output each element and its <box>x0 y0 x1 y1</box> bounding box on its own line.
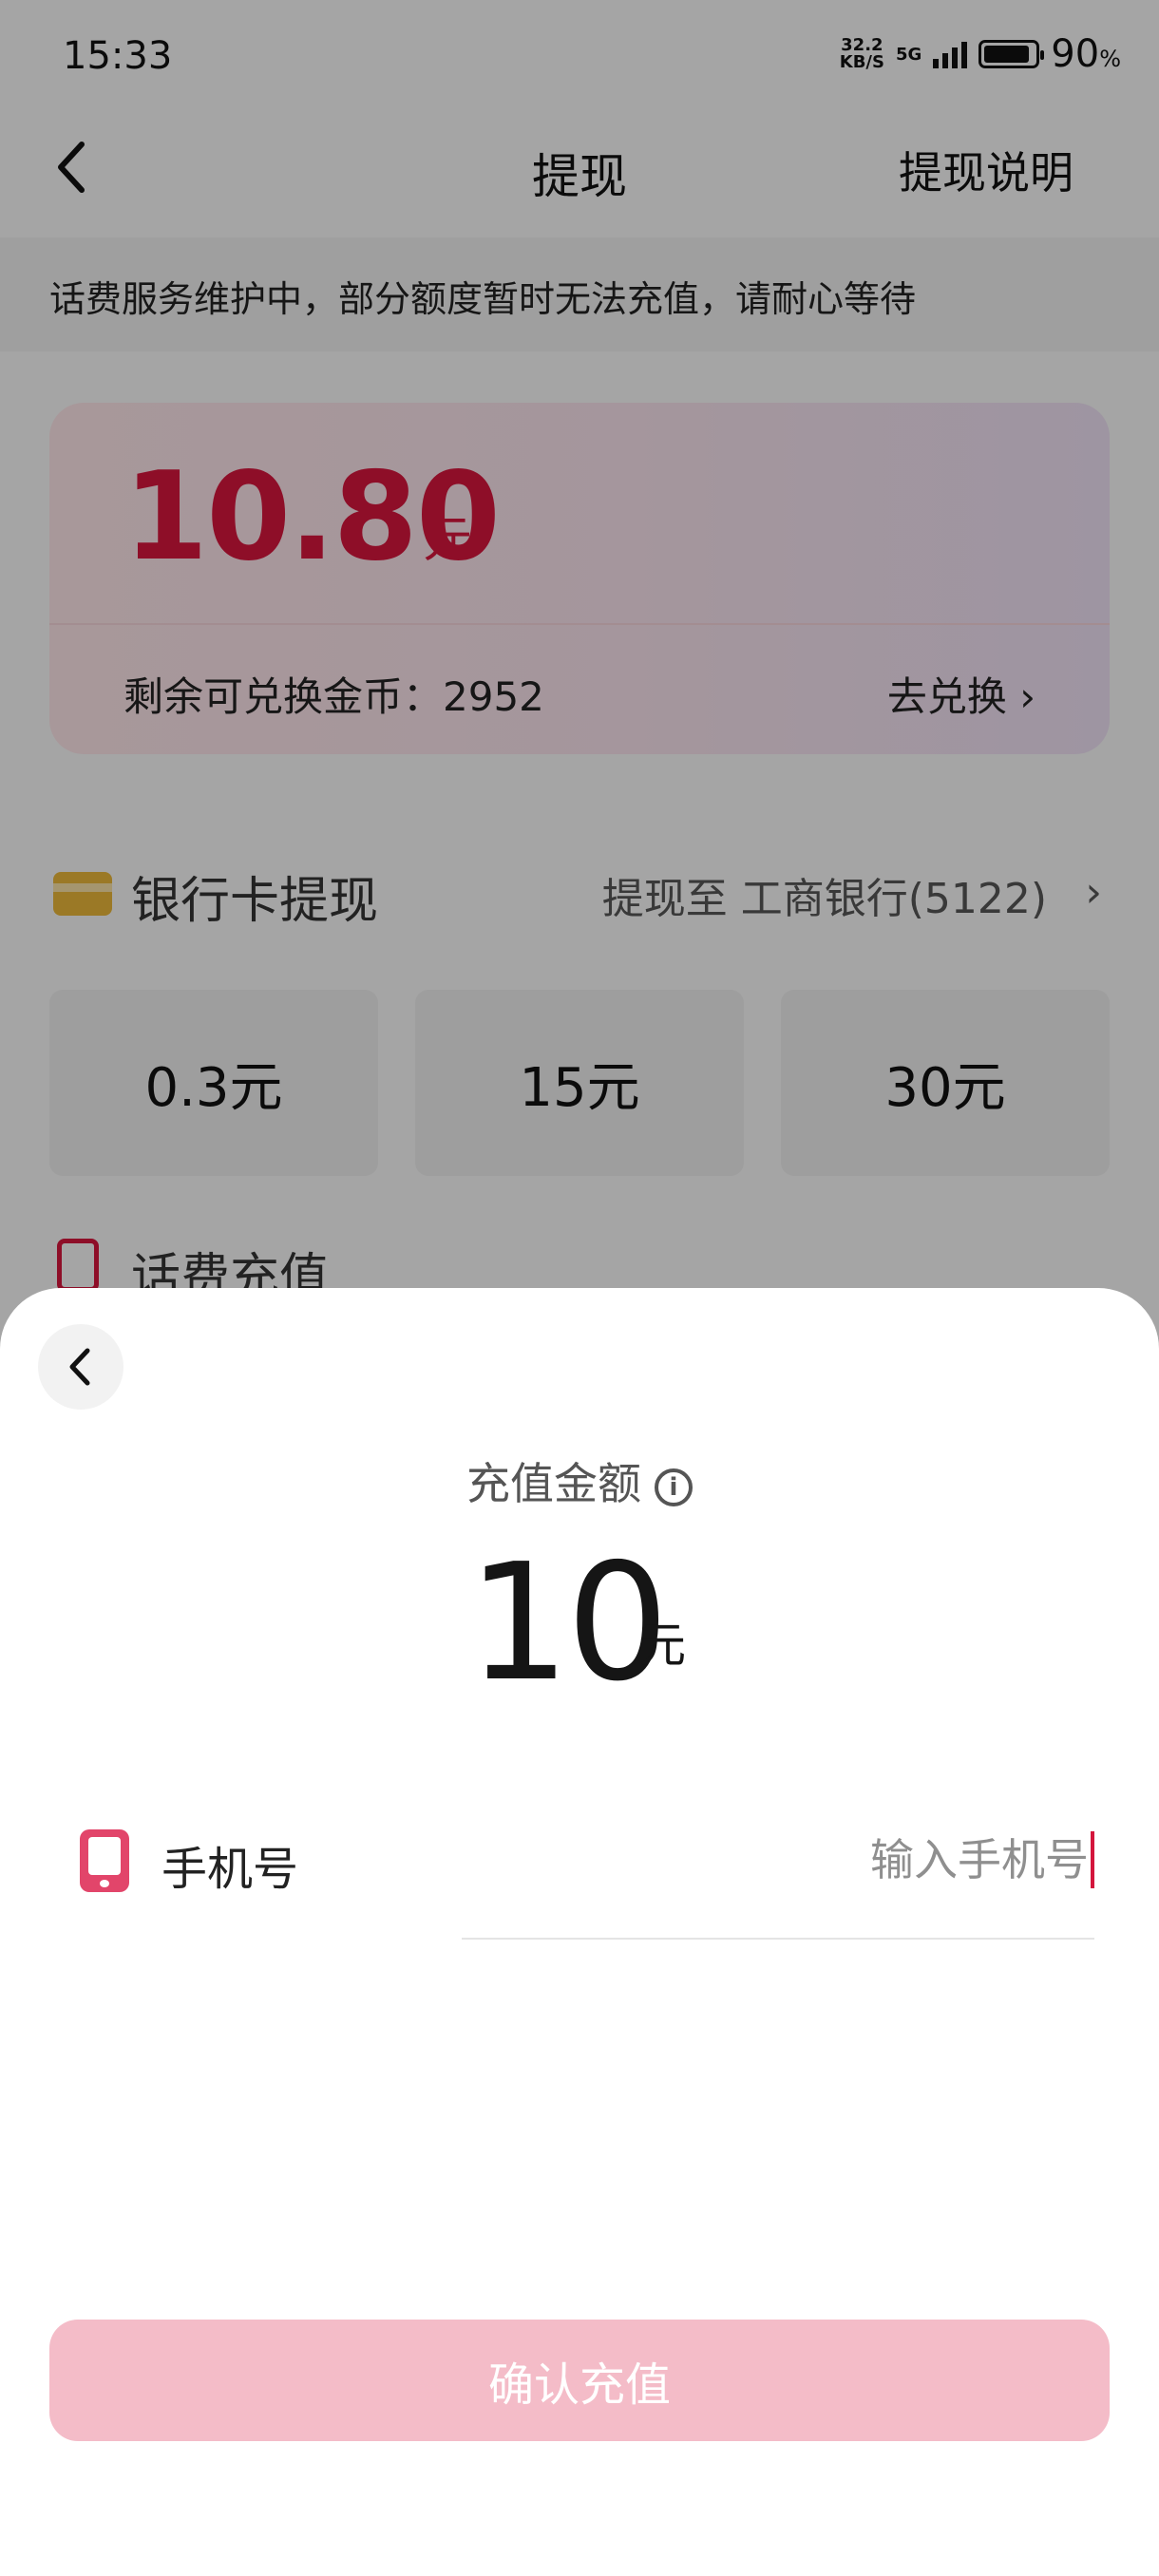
amount-label-row: 充值金额 i <box>0 1449 1159 1512</box>
phone-label: 手机号 <box>162 1843 299 1896</box>
phone-icon <box>80 1829 129 1892</box>
recharge-unit: 元 <box>638 1618 686 1673</box>
amount-label: 充值金额 <box>466 1458 641 1509</box>
recharge-amount: 10 <box>467 1529 669 1717</box>
phone-input[interactable] <box>462 1816 1089 1904</box>
input-underline <box>462 1938 1094 1940</box>
info-icon[interactable]: i <box>655 1468 693 1506</box>
chevron-left-icon <box>69 1348 90 1386</box>
sheet-back-button[interactable] <box>38 1324 124 1410</box>
confirm-recharge-button[interactable]: 确认充值 <box>49 2320 1110 2441</box>
text-caret <box>1091 1831 1094 1888</box>
